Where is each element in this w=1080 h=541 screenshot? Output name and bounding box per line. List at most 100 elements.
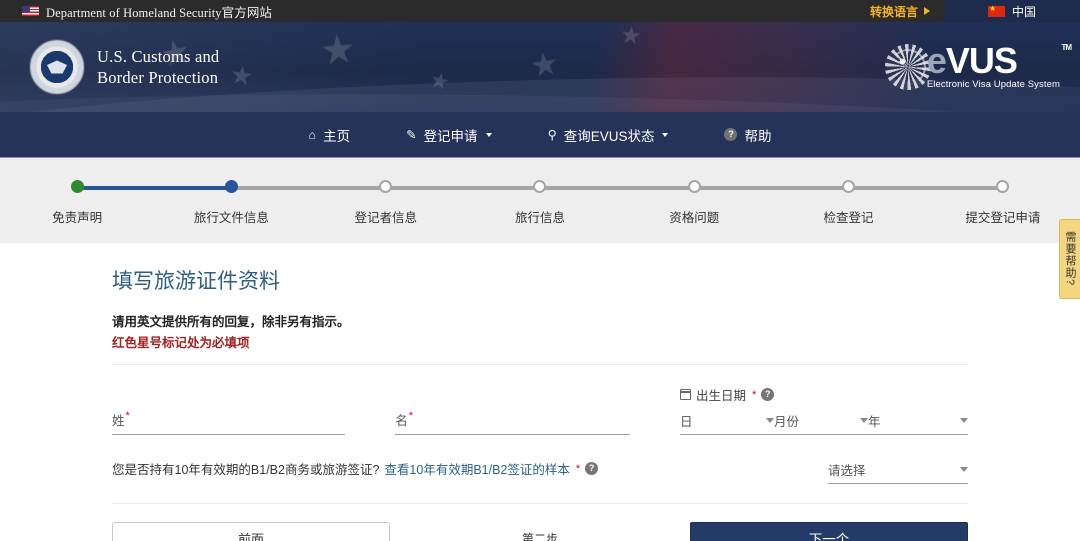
visa-question-text: 您是否持有10年有效期的B1/B2商务或旅游签证? 查看10年有效期B1/B2签…: [112, 459, 599, 484]
step-dot: [70, 180, 84, 193]
step-connector: [848, 186, 1003, 190]
need-help-label: 需要帮助?: [1064, 231, 1076, 287]
previous-button[interactable]: 前面: [112, 522, 390, 541]
required-marker: *: [125, 410, 130, 422]
step-dot: [533, 180, 547, 193]
nav-item-registration[interactable]: ✎ 登记申请: [378, 125, 519, 145]
masthead-banner: ★ ★ ★ ★ ★ ★ U.S. Customs and Border Prot…: [0, 22, 1080, 112]
china-flag-icon: [987, 3, 1005, 17]
trademark-icon: TM: [1061, 42, 1072, 52]
required-marker: *: [408, 410, 413, 422]
dob-month-select[interactable]: 月份: [774, 411, 868, 430]
top-utility-bar: Department of Homeland Security官方网站 转换语言…: [0, 0, 1080, 22]
dhs-label: Department of Homeland Security官方网站: [46, 5, 273, 20]
required-marker: *: [752, 388, 757, 401]
nav-label-check-status: 查询EVUS状态: [563, 128, 655, 144]
next-button[interactable]: 下一个: [690, 522, 968, 541]
help-circle-icon[interactable]: ?: [585, 462, 599, 475]
dhs-official-site-notice: Department of Homeland Security官方网站: [0, 0, 860, 22]
dob-year-value: 年: [868, 415, 881, 429]
step-label: 免责声明: [52, 211, 103, 225]
agency-name: U.S. Customs and Border Protection: [97, 46, 219, 88]
surname-field[interactable]: 姓*: [112, 410, 346, 435]
section-divider: [112, 364, 968, 365]
evus-wordmark: eVUS TM: [927, 42, 1072, 78]
pencil-icon: ✎: [406, 128, 417, 142]
agency-name-line1: U.S. Customs and: [97, 46, 220, 66]
evus-logo[interactable]: eVUS TM Electronic Visa Update System: [884, 42, 1072, 91]
visa-sample-link[interactable]: 查看10年有效期B1/B2签证的样本: [384, 459, 569, 478]
form-instruction: 请用英文提供所有的回复，除非另有指示。: [112, 315, 350, 329]
language-switcher-button[interactable]: 转换语言: [860, 0, 944, 22]
dob-month-value: 月份: [774, 415, 800, 429]
visa-answer-select-wrap: 请选择: [828, 460, 968, 484]
step-label: 资格问题: [669, 211, 720, 225]
main-content: 填写旅游证件资料 请用英文提供所有的回复，除非另有指示。 红色星号标记处为必填项…: [0, 243, 1080, 541]
visa-answer-select[interactable]: 请选择: [828, 460, 968, 479]
search-icon: ⚲: [547, 128, 557, 142]
page-title: 填写旅游证件资料: [112, 270, 280, 293]
nav-label-help: 帮助: [744, 128, 772, 144]
evus-subtitle: Electronic Visa Update System: [926, 79, 1060, 91]
date-of-birth-group: 出生日期 * ? 日 月份 年: [679, 385, 968, 435]
dob-day-value: 日: [680, 415, 693, 429]
language-switcher-label: 转换语言: [869, 4, 918, 19]
step-dot: [379, 180, 393, 193]
country-label: 中国: [1011, 4, 1036, 19]
globe-icon: [884, 44, 931, 90]
chevron-down-icon: [960, 418, 968, 423]
surname-label: 姓: [112, 414, 125, 428]
nav-item-check-status[interactable]: ⚲ 查询EVUS状态: [520, 125, 697, 145]
step-label: 登记者信息: [354, 211, 417, 225]
visa-question-label: 您是否持有10年有效期的B1/B2商务或旅游签证?: [112, 463, 380, 477]
nav-item-help[interactable]: ? 帮助: [696, 125, 799, 145]
progress-stepper-band: 免责声明 旅行文件信息 登记者信息 旅行信息 资格问题 检查登记 提交登记申请: [0, 158, 1080, 243]
required-fields-note: 红色星号标记处为必填项: [112, 336, 250, 350]
step-dot: [842, 180, 856, 193]
home-icon: ⌂: [308, 127, 317, 142]
step-connector: [539, 186, 695, 190]
step-label: 旅行文件信息: [193, 211, 269, 225]
step-dot: [224, 180, 238, 193]
visa-answer-value: 请选择: [828, 464, 866, 478]
dob-day-select[interactable]: 日: [680, 411, 774, 430]
chevron-down-icon: [960, 467, 968, 472]
step-dot: [687, 180, 701, 193]
evus-wordmark-e: e: [926, 39, 947, 81]
visa-question-row: 您是否持有10年有效期的B1/B2商务或旅游签证? 查看10年有效期B1/B2签…: [112, 459, 968, 484]
given-name-field[interactable]: 名*: [395, 410, 630, 435]
form-action-row: 前面 第二步 下一个: [112, 503, 968, 541]
chevron-down-icon: [766, 418, 774, 423]
required-marker: *: [575, 462, 581, 475]
step-label: 旅行信息: [514, 211, 565, 225]
step-submit[interactable]: 提交登记申请: [848, 180, 1080, 226]
progress-stepper: 免责声明 旅行文件信息 登记者信息 旅行信息 资格问题 检查登记 提交登记申请: [0, 180, 1080, 226]
country-selector[interactable]: 中国: [944, 0, 1080, 22]
question-circle-icon: ?: [724, 128, 738, 141]
chevron-down-icon: [485, 132, 492, 137]
step-connector: [385, 186, 540, 190]
cbp-brand[interactable]: U.S. Customs and Border Protection: [30, 40, 219, 94]
dob-year-select[interactable]: 年: [868, 411, 968, 430]
step-dot: [996, 180, 1010, 193]
nav-label-home: 主页: [323, 128, 351, 144]
chevron-down-icon: [860, 418, 868, 423]
evus-wordmark-vus: VUS: [945, 39, 1018, 81]
need-help-tab[interactable]: 需要帮助?: [1059, 219, 1080, 299]
agency-name-line2: Border Protection: [97, 68, 219, 87]
help-circle-icon[interactable]: ?: [761, 388, 775, 401]
step-indicator-text: 第二步: [521, 531, 558, 541]
step-connector: [694, 186, 849, 190]
name-and-dob-row: 姓* 名* 出生日期 * ? 日 月份 年: [112, 385, 968, 435]
us-flag-icon: [22, 6, 39, 16]
calendar-icon: [679, 389, 692, 400]
given-name-label: 名: [395, 414, 408, 428]
nav-item-home[interactable]: ⌂ 主页: [281, 125, 379, 145]
dhs-seal-icon: [30, 40, 84, 94]
step-connector: [231, 186, 386, 190]
step-connector: [77, 186, 232, 190]
date-of-birth-label: 出生日期: [696, 389, 747, 403]
main-navigation: ⌂ 主页 ✎ 登记申请 ⚲ 查询EVUS状态 ? 帮助: [0, 112, 1080, 158]
step-label: 检查登记: [823, 211, 874, 225]
step-label: 提交登记申请: [965, 211, 1041, 225]
